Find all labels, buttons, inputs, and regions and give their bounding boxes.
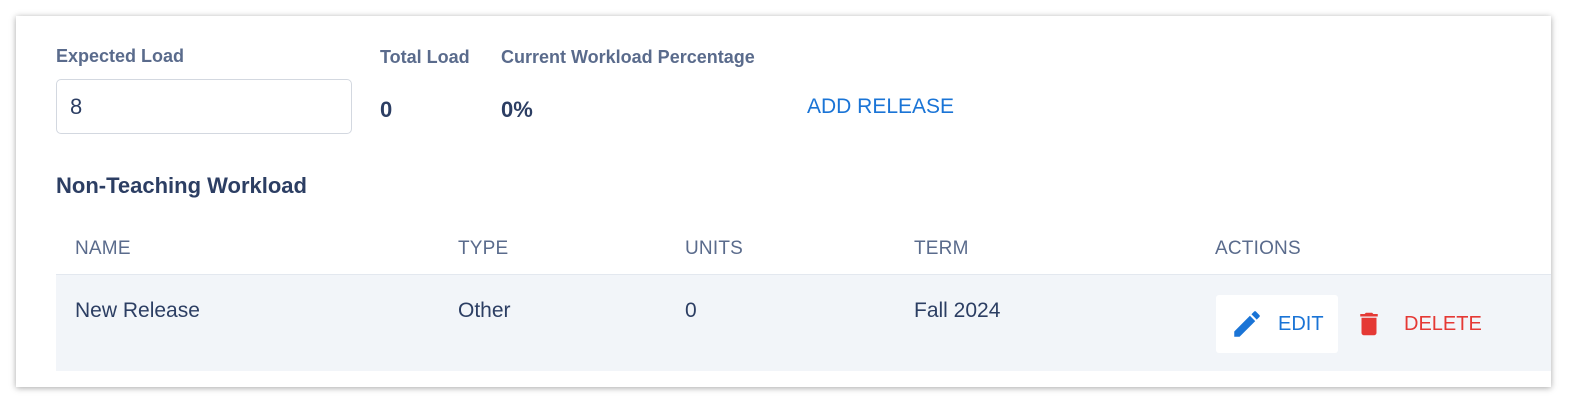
column-header-units: UNITS [685,238,743,259]
column-header-type: TYPE [458,238,509,259]
column-header-term: TERM [914,238,969,259]
add-release-button[interactable]: ADD RELEASE [807,95,954,119]
cell-type: Other [458,299,511,322]
trash-icon [1354,307,1384,341]
cell-name: New Release [75,299,200,322]
column-header-name: NAME [75,238,131,259]
delete-button[interactable]: DELETE [1354,295,1494,353]
workload-percentage-value: 0% [501,97,533,122]
total-load-value: 0 [380,97,393,122]
expected-load-value: 8 [70,93,83,119]
workload-card: Expected Load 8 Total Load 0 Current Wor… [16,16,1551,387]
column-header-actions: ACTIONS [1215,238,1301,259]
workload-percentage-label: Current Workload Percentage [501,47,755,67]
total-load-label: Total Load [380,47,470,67]
pencil-icon [1230,307,1264,341]
delete-label: DELETE [1404,312,1482,335]
cell-term: Fall 2024 [914,299,1001,322]
cell-units: 0 [685,299,697,322]
section-title: Non-Teaching Workload [56,173,307,198]
expected-load-label: Expected Load [56,46,185,66]
edit-button[interactable]: EDIT [1216,295,1338,353]
edit-label: EDIT [1278,312,1324,335]
expected-load-input[interactable]: 8 [56,79,352,134]
